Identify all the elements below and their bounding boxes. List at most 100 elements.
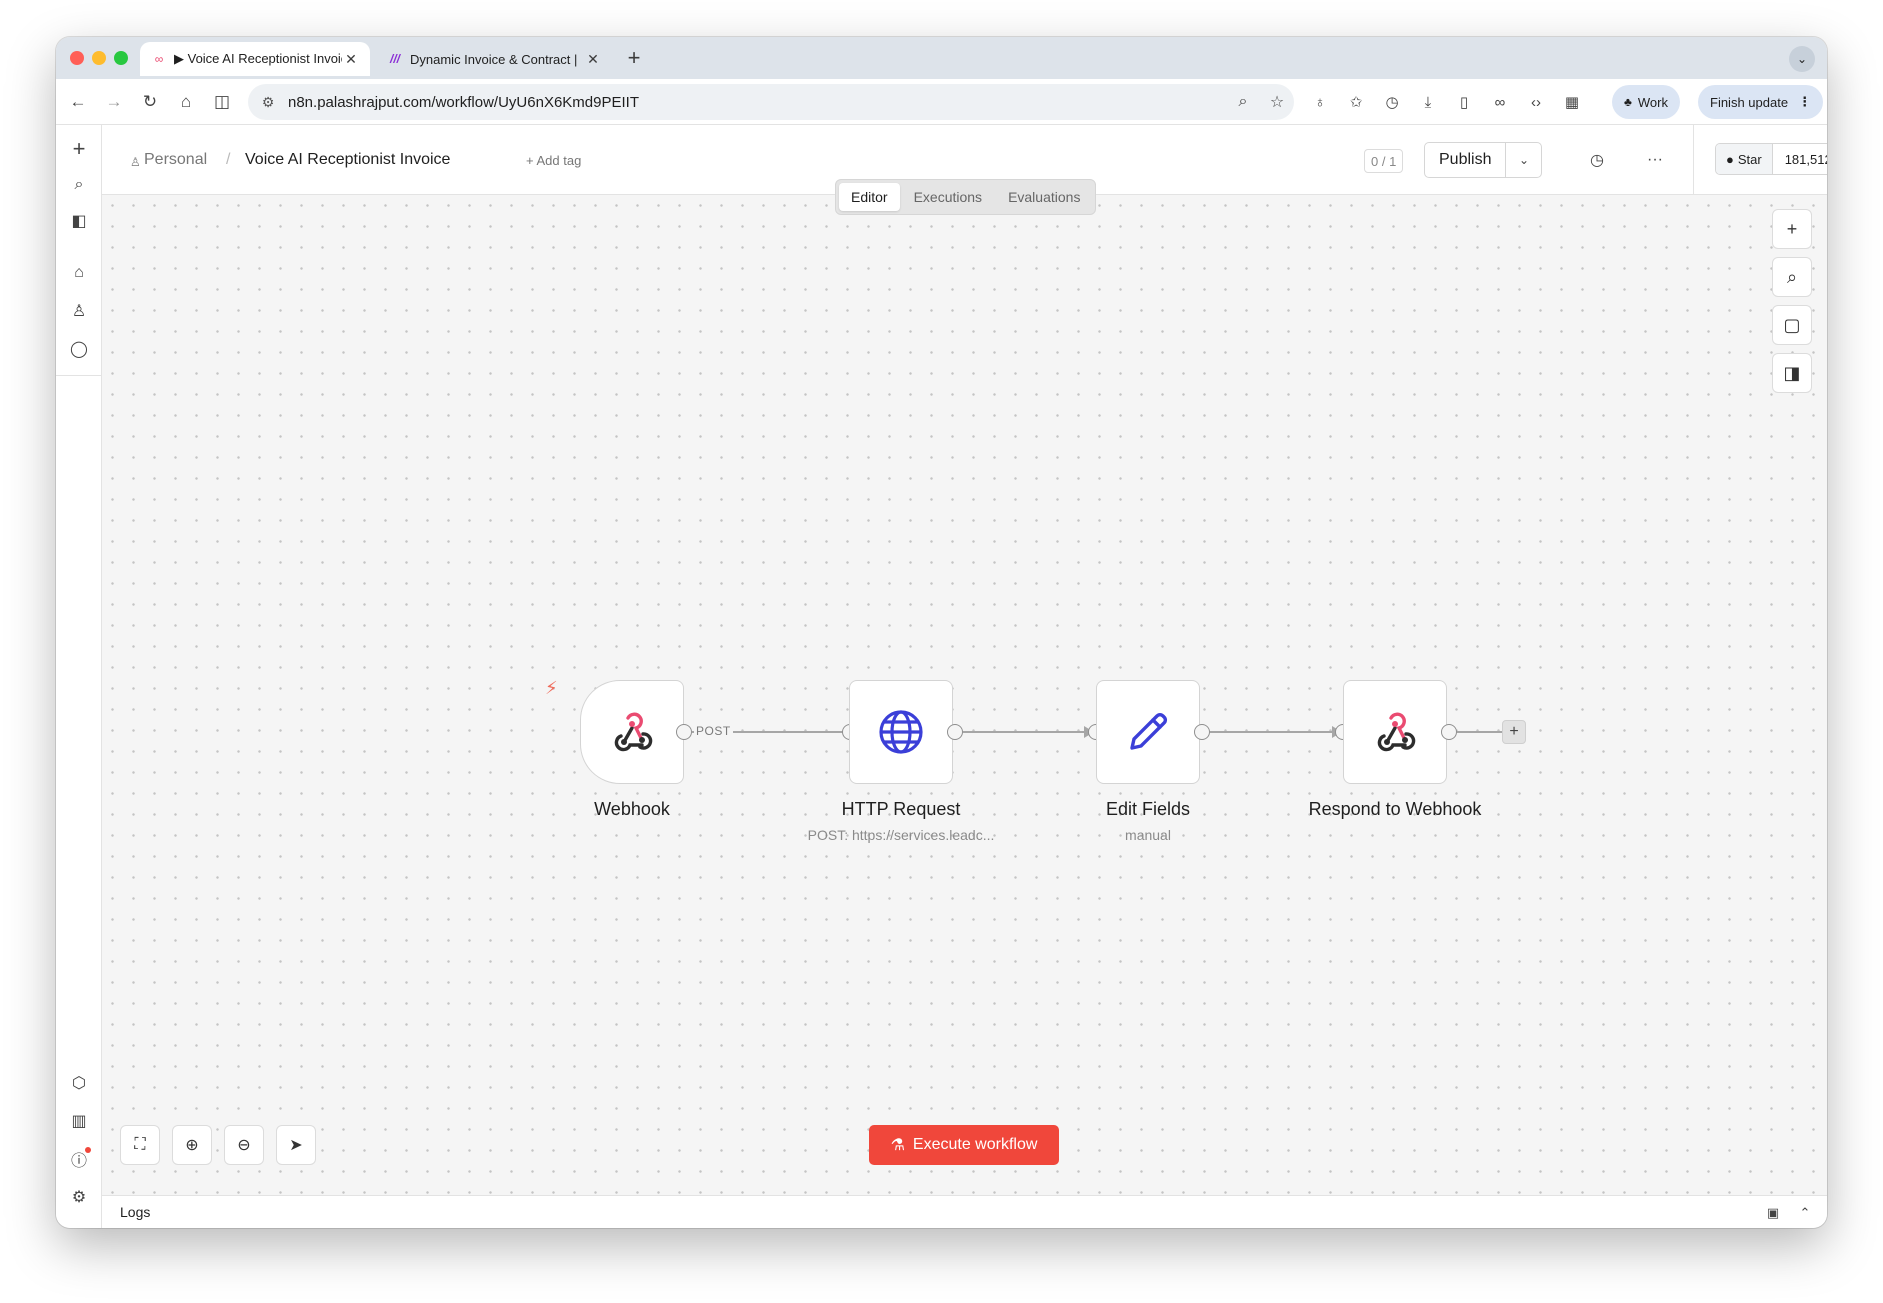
add-tag-button[interactable]: + Add tag: [526, 153, 581, 168]
sidebar-item-templates[interactable]: ⬡: [65, 1069, 93, 1097]
url-text[interactable]: n8n.palashrajput.com/workflow/UyU6nX6Kmd…: [288, 94, 1226, 111]
workflow-canvas[interactable]: ⚡ POST Webhook HTTP Request POST: https:…: [102, 195, 1827, 1195]
sidebar-item-personal[interactable]: ♙: [65, 297, 93, 325]
tab-evaluations[interactable]: Evaluations: [996, 183, 1092, 211]
node-label: Respond to Webhook: [1308, 799, 1482, 819]
globe-icon: [879, 710, 923, 754]
breadcrumb-project[interactable]: Personal: [144, 151, 207, 169]
plus-icon: +: [1509, 723, 1519, 740]
tab-strip: ∞ ▶ Voice AI Receptionist Invoic ✕ /// D…: [56, 37, 1827, 79]
home-icon: ⌂: [180, 92, 192, 111]
incognito-icon[interactable]: ♁: [1306, 88, 1334, 116]
chat-icon: ◯: [70, 341, 88, 358]
zoom-out-button[interactable]: ⊖: [224, 1125, 264, 1165]
pencil-icon: [1130, 713, 1167, 750]
open-nodes-panel-button[interactable]: +: [1772, 209, 1812, 249]
github-star[interactable]: ● Star: [1716, 144, 1773, 174]
tab-executions[interactable]: Executions: [902, 183, 994, 211]
person-icon: ♙: [130, 155, 141, 169]
home-button[interactable]: ⌂: [172, 88, 200, 116]
maximize-window-button[interactable]: [114, 51, 128, 65]
favorites-icon[interactable]: ✩: [1342, 88, 1370, 116]
back-button[interactable]: ←: [64, 88, 92, 116]
toggle-sidebar-button[interactable]: ◧: [65, 207, 93, 235]
workflow-history-button[interactable]: ◷: [1583, 146, 1611, 174]
chevron-down-icon: ⌄: [1518, 153, 1530, 167]
tab-title: ▶ Voice AI Receptionist Invoic: [174, 51, 342, 66]
tab-editor[interactable]: Editor: [839, 183, 900, 211]
tidy-up-button[interactable]: ➤: [276, 1125, 316, 1165]
active-counter: 0 / 1: [1364, 149, 1404, 173]
plus-icon: +: [1786, 218, 1798, 239]
link-icon[interactable]: ∞: [1486, 88, 1514, 116]
ellipsis-icon: ···: [1647, 151, 1663, 168]
download-icon[interactable]: ⤓: [1414, 88, 1442, 116]
publish-options-button[interactable]: ⌄: [1505, 143, 1541, 177]
rail-divider: [56, 375, 102, 376]
code-icon[interactable]: ‹›: [1522, 88, 1550, 116]
output-handle[interactable]: [1441, 724, 1457, 740]
sidebar-item-help[interactable]: ⓘ: [65, 1145, 93, 1173]
site-settings-icon[interactable]: ⚙: [248, 94, 288, 111]
publish-button[interactable]: Publish: [1425, 143, 1505, 177]
browser-tab[interactable]: /// Dynamic Invoice & Contract | ✕: [376, 42, 612, 76]
github-star-button[interactable]: ● Star 181,512: [1715, 143, 1827, 175]
sticky-note-button[interactable]: ▢: [1772, 305, 1812, 345]
sidebar-item-home[interactable]: ⌂: [65, 259, 93, 287]
node-respond-to-webhook[interactable]: [1343, 680, 1447, 784]
trigger-bolt-icon: ⚡: [545, 678, 558, 698]
execute-workflow-button[interactable]: ⚗ Execute workflow: [869, 1125, 1059, 1165]
panel-right-icon: ◨: [1783, 362, 1801, 383]
finish-update-chip[interactable]: Finish update ⋮: [1698, 85, 1824, 119]
output-handle[interactable]: [1194, 724, 1210, 740]
add-node-button[interactable]: +: [1502, 720, 1526, 744]
connection-edge: [1457, 731, 1503, 733]
zoom-icon[interactable]: ⌕: [1226, 93, 1260, 111]
sticky-note-icon: ▢: [1783, 314, 1801, 335]
sidebar-item-insights[interactable]: ▥: [65, 1107, 93, 1135]
output-handle[interactable]: [676, 724, 692, 740]
trash-icon[interactable]: ▯: [1450, 88, 1478, 116]
reload-button[interactable]: ↻: [136, 88, 164, 116]
sidebar-item-settings[interactable]: ⚙: [65, 1183, 93, 1211]
address-bar[interactable]: ⚙ n8n.palashrajput.com/workflow/UyU6nX6K…: [248, 84, 1294, 120]
chevron-up-icon[interactable]: ⌃: [1794, 1202, 1816, 1224]
browser-window: ∞ ▶ Voice AI Receptionist Invoic ✕ /// D…: [56, 37, 1827, 1228]
new-tab-button[interactable]: +: [620, 45, 648, 71]
output-handle[interactable]: [947, 724, 963, 740]
search-button[interactable]: ⌕: [65, 171, 93, 199]
node-webhook[interactable]: [580, 680, 684, 784]
gear-icon: ⚙: [71, 1189, 87, 1206]
sidebar-item-chat[interactable]: ◯: [65, 335, 93, 363]
reload-icon: ↻: [142, 92, 158, 111]
workflow-name[interactable]: Voice AI Receptionist Invoice: [245, 151, 450, 169]
zoom-in-button[interactable]: ⊕: [172, 1125, 212, 1165]
forward-button[interactable]: →: [100, 88, 128, 116]
logs-panel-bar[interactable]: Logs ▣ ⌃: [102, 1195, 1827, 1228]
popout-icon[interactable]: ▣: [1762, 1202, 1784, 1224]
notification-dot: [85, 1147, 91, 1153]
connection-edge[interactable]: [1210, 731, 1334, 733]
close-tab-icon[interactable]: ✕: [342, 51, 360, 68]
bookmark-star-icon[interactable]: ☆: [1260, 92, 1294, 112]
close-window-button[interactable]: [70, 51, 84, 65]
more-options-button[interactable]: ···: [1641, 146, 1669, 174]
close-tab-icon[interactable]: ✕: [584, 51, 602, 68]
sidebar-button[interactable]: ◫: [208, 88, 236, 116]
create-button[interactable]: +: [65, 135, 93, 163]
finish-update-label: Finish update: [1710, 94, 1789, 110]
zoom-in-icon: ⊕: [185, 1137, 199, 1154]
node-edit-fields[interactable]: [1096, 680, 1200, 784]
browser-tab-active[interactable]: ∞ ▶ Voice AI Receptionist Invoic ✕: [140, 42, 370, 76]
history-icon[interactable]: ◷: [1378, 88, 1406, 116]
search-nodes-button[interactable]: ⌕: [1772, 257, 1812, 297]
home-icon: ⌂: [74, 264, 84, 281]
layout-icon[interactable]: ▦: [1558, 88, 1586, 116]
profile-chip[interactable]: ♣ Work: [1612, 85, 1680, 119]
tab-search-button[interactable]: ⌄: [1789, 46, 1815, 72]
connection-edge[interactable]: [963, 731, 1087, 733]
node-http-request[interactable]: [849, 680, 953, 784]
fit-view-button[interactable]: ⛶: [120, 1125, 160, 1165]
minimize-window-button[interactable]: [92, 51, 106, 65]
toggle-panel-button[interactable]: ◨: [1772, 353, 1812, 393]
